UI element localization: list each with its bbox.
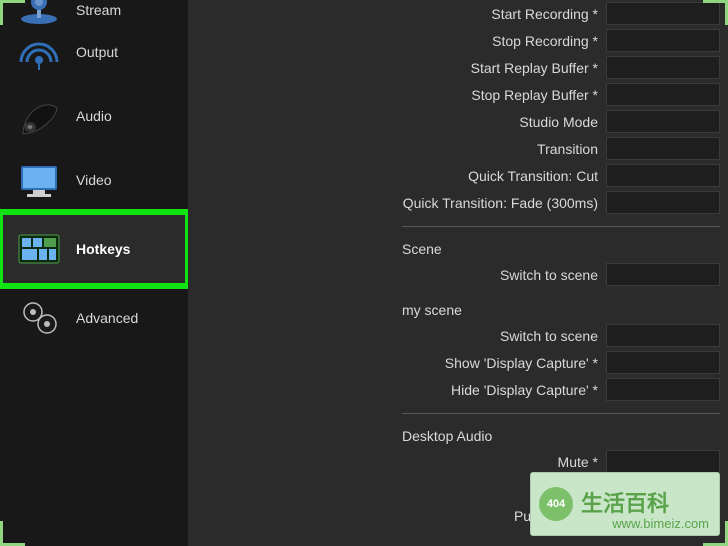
sidebar-item-label: Stream [76, 2, 121, 18]
hotkey-row: Switch to scene [188, 322, 720, 349]
sidebar-item-video[interactable]: Video [0, 148, 188, 212]
hotkey-row: Start Replay Buffer * [188, 54, 720, 81]
watermark-url: www.bimeiz.com [612, 516, 709, 531]
hotkey-row: Transition [188, 135, 720, 162]
hotkey-input[interactable] [606, 56, 720, 79]
hotkey-label: Start Replay Buffer * [188, 60, 606, 76]
watermark: 404 生活百科 www.bimeiz.com [530, 472, 720, 536]
hotkey-input[interactable] [606, 110, 720, 133]
hotkey-input[interactable] [606, 2, 720, 25]
hotkey-input[interactable] [606, 450, 720, 473]
hotkey-input[interactable] [606, 324, 720, 347]
hotkey-row: Switch to scene [188, 261, 720, 288]
watermark-title: 生活百科 [581, 493, 669, 515]
settings-sidebar: Stream Output Audio Video [0, 0, 188, 546]
hotkey-input[interactable] [606, 351, 720, 374]
hotkey-label: Show 'Display Capture' * [188, 355, 606, 371]
hotkey-input[interactable] [606, 29, 720, 52]
hotkey-label: Studio Mode [188, 114, 606, 130]
hotkey-input[interactable] [606, 378, 720, 401]
hotkey-row: Studio Mode [188, 108, 720, 135]
hotkey-label: Switch to scene [188, 267, 606, 283]
video-icon [16, 157, 62, 203]
section-header: my scene [188, 288, 720, 322]
hotkey-row: Stop Recording * [188, 27, 720, 54]
hotkey-row: Quick Transition: Cut [188, 162, 720, 189]
section-header: Scene [188, 227, 720, 261]
hotkey-label: Start Recording * [188, 6, 606, 22]
hotkey-input[interactable] [606, 164, 720, 187]
sidebar-item-audio[interactable]: Audio [0, 84, 188, 148]
hotkey-label: Quick Transition: Cut [188, 168, 606, 184]
hotkey-label: Switch to scene [188, 328, 606, 344]
sidebar-item-label: Video [76, 172, 112, 188]
hotkey-label: Stop Recording * [188, 33, 606, 49]
hotkey-row: Quick Transition: Fade (300ms) [188, 189, 720, 216]
sidebar-item-advanced[interactable]: Advanced [0, 286, 188, 350]
hotkey-row: Mute * [188, 448, 720, 475]
sidebar-item-hotkeys[interactable]: Hotkeys [0, 212, 188, 286]
sidebar-item-label: Advanced [76, 310, 138, 326]
hotkey-input[interactable] [606, 191, 720, 214]
stream-icon [16, 1, 62, 19]
hotkey-row: Start Recording * [188, 0, 720, 27]
hotkey-row: Stop Replay Buffer * [188, 81, 720, 108]
hotkeys-settings-pane: Start Recording * Stop Recording * Start… [188, 0, 728, 546]
sidebar-item-label: Hotkeys [76, 241, 130, 257]
hotkey-label: Quick Transition: Fade (300ms) [188, 195, 606, 211]
sidebar-item-output[interactable]: Output [0, 20, 188, 84]
hotkeys-icon [16, 226, 62, 272]
hotkey-label: Transition [188, 141, 606, 157]
sidebar-item-stream[interactable]: Stream [0, 0, 188, 20]
hotkey-input[interactable] [606, 263, 720, 286]
advanced-icon [16, 295, 62, 341]
section-header: Desktop Audio [188, 414, 720, 448]
sidebar-item-label: Audio [76, 108, 112, 124]
hotkey-row: Show 'Display Capture' * [188, 349, 720, 376]
audio-icon [16, 93, 62, 139]
hotkey-label: Hide 'Display Capture' * [188, 382, 606, 398]
hotkey-input[interactable] [606, 83, 720, 106]
hotkey-label: Mute * [188, 454, 606, 470]
hotkey-input[interactable] [606, 137, 720, 160]
hotkey-label: Stop Replay Buffer * [188, 87, 606, 103]
hotkey-row: Hide 'Display Capture' * [188, 376, 720, 403]
watermark-badge-icon: 404 [539, 487, 573, 521]
sidebar-item-label: Output [76, 44, 118, 60]
output-icon [16, 29, 62, 75]
